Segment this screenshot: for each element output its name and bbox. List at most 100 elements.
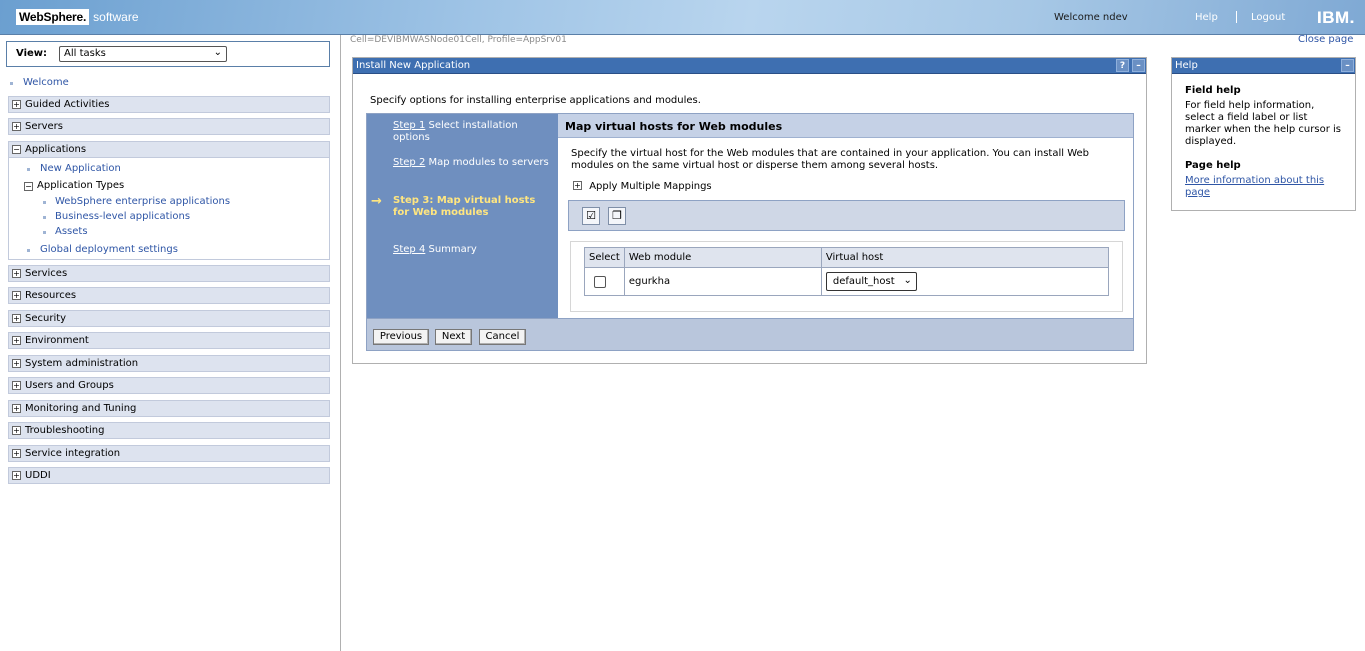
step-4-link[interactable]: Step 4	[393, 244, 425, 255]
previous-button[interactable]: Previous	[373, 329, 429, 345]
wizard-steps-panel: Step 1 Select installation options Step …	[367, 114, 558, 318]
nav-category-service-integration[interactable]: + Service integration	[8, 445, 330, 462]
expand-plus-icon[interactable]: +	[12, 404, 21, 413]
nav-category-label: Environment	[25, 335, 89, 346]
nav-welcome-link[interactable]: Welcome	[23, 77, 69, 88]
select-cell	[584, 267, 625, 296]
virtual-host-cell: default_host ⌄	[820, 267, 1110, 296]
nav-category-uddi[interactable]: + UDDI	[8, 467, 330, 484]
chevron-down-icon: ⌄	[213, 47, 222, 58]
step-4: Step 4 Summary	[393, 244, 553, 256]
page-help-text: More information about this page	[1185, 175, 1345, 199]
nav-category-resources[interactable]: + Resources	[8, 287, 330, 304]
nav-category-users-and-groups[interactable]: + Users and Groups	[8, 377, 330, 394]
nav-category-environment[interactable]: + Environment	[8, 332, 330, 349]
step-2-link[interactable]: Step 2	[393, 157, 425, 168]
cancel-button[interactable]: Cancel	[479, 329, 526, 345]
column-header-select[interactable]: Select	[584, 247, 625, 268]
nav-category-label: Applications	[25, 144, 87, 155]
row-select-checkbox[interactable]	[594, 275, 606, 288]
nav-category-monitoring-and-tuning[interactable]: + Monitoring and Tuning	[8, 400, 330, 417]
expand-plus-icon[interactable]: +	[12, 449, 21, 458]
intro-text: Specify options for installing enterpris…	[370, 95, 701, 106]
field-help-text: For field help information, select a fie…	[1185, 100, 1341, 147]
table-toolbar: ☑ ❐	[568, 200, 1125, 231]
section-description: Specify the virtual host for the Web mod…	[571, 148, 1090, 171]
install-application-portlet: Install New Application ? – Specify opti…	[352, 57, 1147, 364]
expand-plus-icon[interactable]: +	[12, 381, 21, 390]
virtual-host-select[interactable]: default_host ⌄	[825, 272, 917, 291]
nav-category-troubleshooting[interactable]: + Troubleshooting	[8, 422, 330, 439]
nav-business-level-apps-link[interactable]: Business-level applications	[55, 211, 190, 222]
mapping-table-wrapper: Select Web module Virtual host egurkha d…	[570, 241, 1123, 312]
ibm-logo: IBM.	[1317, 8, 1355, 27]
table-row: egurkha default_host ⌄	[584, 267, 1110, 296]
expand-plus-icon[interactable]: +	[12, 314, 21, 323]
step-1-link[interactable]: Step 1	[393, 120, 425, 131]
nav-category-label: Users and Groups	[25, 380, 114, 391]
current-step-arrow-icon: →	[371, 194, 382, 209]
welcome-text: Welcome ndev	[1054, 12, 1128, 23]
nav-category-label: Troubleshooting	[25, 425, 105, 436]
deselect-all-icon[interactable]: ❐	[608, 207, 626, 225]
apply-multiple-mappings-label: Apply Multiple Mappings	[589, 181, 712, 192]
nav-category-label: Services	[25, 268, 68, 279]
chevron-down-icon: ⌄	[903, 275, 912, 286]
expand-plus-icon[interactable]: +	[12, 336, 21, 345]
step-2: Step 2 Map modules to servers	[393, 157, 553, 169]
logo-product: software	[93, 10, 139, 24]
nav-category-label: System administration	[25, 358, 139, 369]
wizard-button-bar: Previous Next Cancel	[367, 318, 1133, 350]
page-help-link[interactable]: More information about this page	[1185, 175, 1324, 198]
nav-category-services[interactable]: + Services	[8, 265, 330, 282]
collapse-minus-icon[interactable]: −	[12, 145, 21, 154]
select-all-icon[interactable]: ☑	[582, 207, 600, 225]
nav-category-guided-activities[interactable]: + Guided Activities	[8, 96, 330, 113]
portlet-title-bar: Install New Application ? –	[353, 58, 1146, 74]
apply-multiple-mappings[interactable]: + Apply Multiple Mappings	[573, 180, 712, 192]
column-header-web-module[interactable]: Web module	[623, 247, 822, 268]
nav-assets-link[interactable]: Assets	[55, 226, 88, 237]
bullet-icon	[43, 216, 46, 219]
expand-plus-icon[interactable]: +	[573, 180, 582, 190]
virtual-host-value: default_host	[832, 276, 895, 287]
help-title: Help	[1175, 60, 1198, 71]
expand-plus-icon[interactable]: +	[12, 291, 21, 300]
nav-category-applications[interactable]: − Applications	[8, 141, 330, 158]
nav-category-label: Monitoring and Tuning	[25, 403, 137, 414]
nav-global-deployment-link[interactable]: Global deployment settings	[40, 244, 178, 255]
nav-websphere-enterprise-apps-link[interactable]: WebSphere enterprise applications	[55, 196, 230, 207]
view-select[interactable]: All tasks ⌄	[59, 46, 227, 62]
field-help-heading: Field help	[1185, 85, 1241, 96]
expand-plus-icon[interactable]: +	[12, 122, 21, 131]
bullet-icon	[27, 249, 30, 252]
websphere-logo: WebSphere. software	[16, 8, 139, 26]
cell-profile-info: Cell=DEVIBMWASNode01Cell, Profile=AppSrv…	[350, 35, 567, 45]
expand-plus-icon[interactable]: +	[12, 426, 21, 435]
close-page-link[interactable]: Close page	[1298, 34, 1353, 45]
nav-new-application-link[interactable]: New Application	[40, 163, 121, 174]
nav-category-servers[interactable]: + Servers	[8, 118, 330, 135]
section-title-bar: Map virtual hosts for Web modules	[558, 114, 1133, 138]
virtual-host-table: Select Web module Virtual host egurkha d…	[584, 247, 1110, 296]
expand-plus-icon[interactable]: +	[12, 269, 21, 278]
nav-application-types[interactable]: Application Types	[37, 180, 124, 191]
nav-category-system-administration[interactable]: + System administration	[8, 355, 330, 372]
collapse-minus-icon[interactable]: −	[24, 182, 33, 191]
nav-category-security[interactable]: + Security	[8, 310, 330, 327]
expand-plus-icon[interactable]: +	[12, 471, 21, 480]
help-link[interactable]: Help	[1195, 12, 1218, 23]
column-header-virtual-host[interactable]: Virtual host	[820, 247, 1110, 268]
bullet-icon	[27, 168, 30, 171]
nav-category-label: UDDI	[25, 470, 51, 481]
next-button[interactable]: Next	[435, 329, 472, 345]
minimize-icon[interactable]: –	[1132, 59, 1145, 72]
minimize-icon[interactable]: –	[1341, 59, 1354, 72]
expand-plus-icon[interactable]: +	[12, 100, 21, 109]
logout-link[interactable]: Logout	[1251, 12, 1285, 23]
help-question-icon[interactable]: ?	[1116, 59, 1129, 72]
bullet-icon	[43, 201, 46, 204]
step-3-current: Step 3: Map virtual hosts for Web module…	[393, 195, 536, 218]
help-title-bar: Help –	[1172, 58, 1355, 74]
expand-plus-icon[interactable]: +	[12, 359, 21, 368]
